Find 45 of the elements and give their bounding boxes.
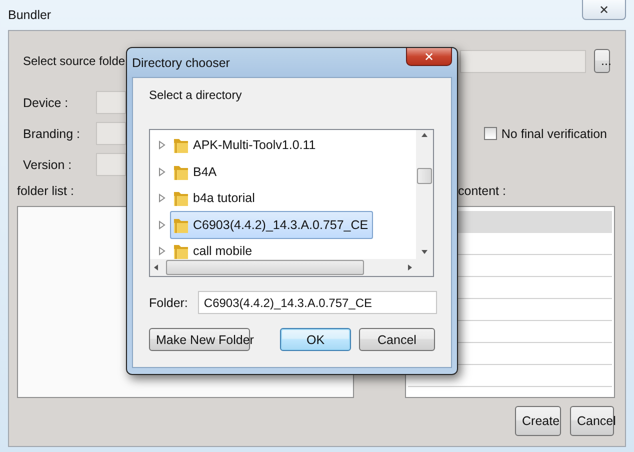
scroll-down-icon[interactable] <box>421 250 428 254</box>
device-field[interactable] <box>96 91 126 114</box>
expand-arrow-icon[interactable] <box>158 246 166 256</box>
version-field[interactable] <box>96 153 126 176</box>
field-label: Branding : <box>23 126 81 140</box>
scroll-left-icon[interactable] <box>154 264 158 271</box>
cancel-button[interactable]: Cancel <box>570 406 614 436</box>
checkbox-label: No final verification <box>501 126 607 140</box>
field-label: Version : <box>23 158 73 172</box>
dialog-title: Directory chooser <box>132 56 230 70</box>
field-label: Select source folde <box>23 54 126 68</box>
expand-arrow-icon[interactable] <box>158 166 166 177</box>
branding-field[interactable] <box>96 122 126 145</box>
expand-arrow-icon[interactable] <box>158 220 166 230</box>
close-button[interactable]: ✕ <box>582 0 626 20</box>
expand-arrow-icon[interactable] <box>158 140 166 150</box>
scrollbar-thumb[interactable] <box>166 260 364 275</box>
cancel-button[interactable]: Cancel <box>359 328 435 351</box>
folder-icon <box>173 242 189 259</box>
source-folder-field[interactable] <box>460 50 586 72</box>
vertical-scrollbar[interactable] <box>416 130 433 276</box>
window-title: Bundler <box>8 8 52 22</box>
folder-icon <box>173 189 189 208</box>
tree-item[interactable]: APK-Multi-Toolv1.0.11 <box>170 131 321 160</box>
field-label: Device : <box>23 96 70 110</box>
folder-label: Folder: <box>149 296 188 310</box>
scroll-right-icon[interactable] <box>408 264 412 271</box>
scroll-up-icon[interactable] <box>421 133 428 137</box>
checkbox[interactable] <box>484 127 498 140</box>
ok-button[interactable]: OK <box>280 328 351 351</box>
tree-item[interactable]: b4a tutorial <box>170 184 260 212</box>
folder-field[interactable]: C6903(4.4.2)_14.3.A.0.757_CE <box>198 291 437 314</box>
scrollbar-thumb[interactable] <box>417 168 432 184</box>
browse-button[interactable]: ... <box>594 49 610 73</box>
tree-item[interactable]: call mobile <box>170 237 258 259</box>
close-button[interactable]: ✕ <box>406 48 452 66</box>
create-button[interactable]: Create <box>515 406 561 436</box>
folder-icon <box>173 136 189 154</box>
horizontal-scrollbar[interactable] <box>150 259 416 276</box>
list-label: folder list : <box>17 184 74 200</box>
prompt-text: Select a directory <box>149 88 243 102</box>
expand-arrow-icon[interactable] <box>158 193 166 204</box>
list-label: content : <box>458 184 506 200</box>
tree-item[interactable]: B4A <box>170 158 222 186</box>
tree-item[interactable]: C6903(4.4.2)_14.3.A.0.757_CE <box>170 210 374 239</box>
